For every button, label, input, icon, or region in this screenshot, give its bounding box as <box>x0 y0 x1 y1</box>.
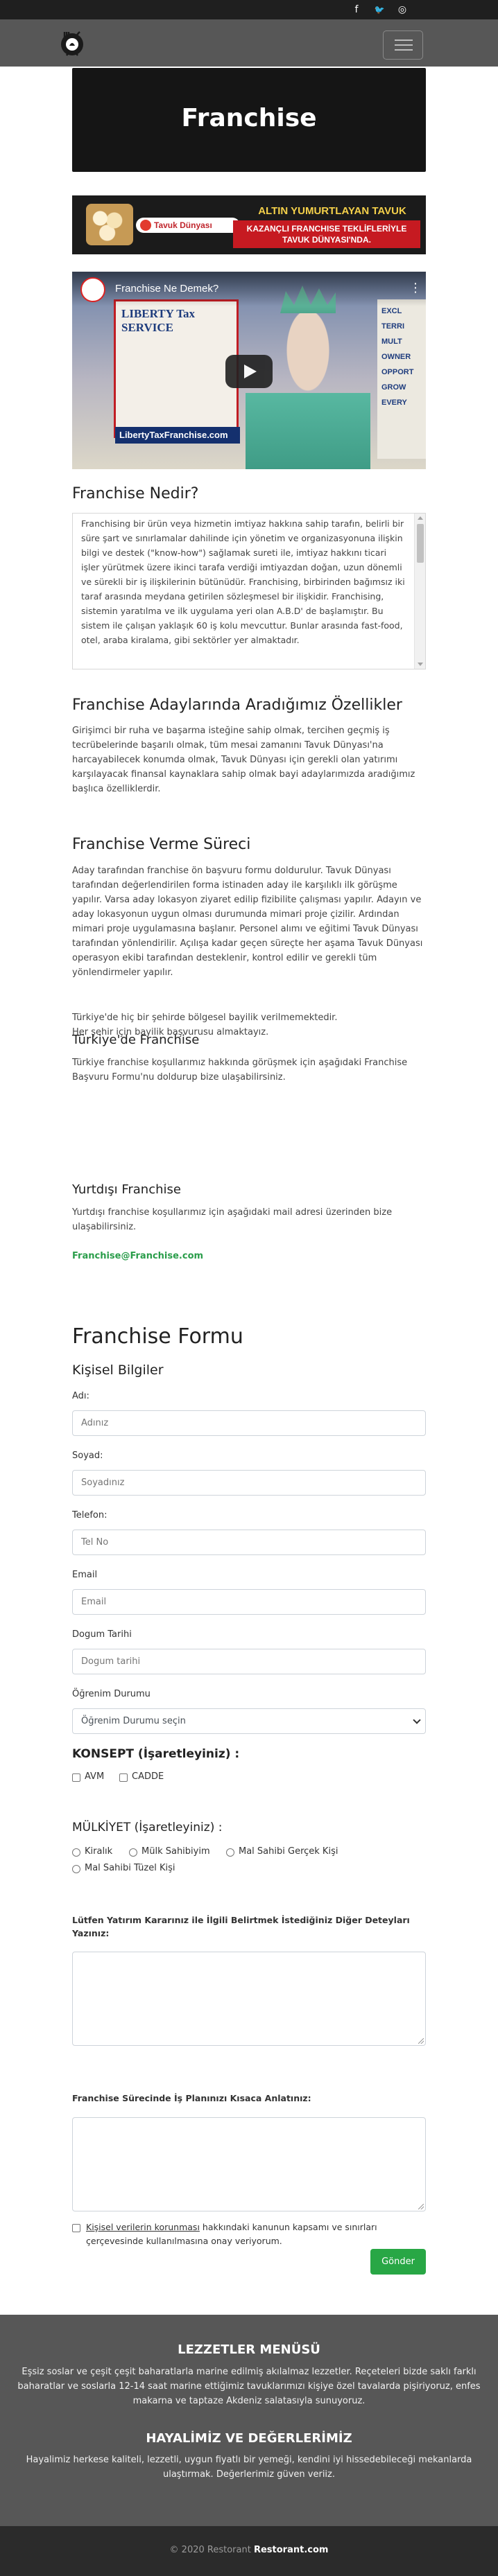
invest-details-label: Lütfen Yatırım Kararınız ile İlgili Beli… <box>72 1915 410 1938</box>
phone-label: Telefon: <box>72 1510 108 1521</box>
consent-checkbox[interactable] <box>72 2224 80 2232</box>
twitter-icon[interactable]: 🐦 <box>372 3 386 17</box>
ownership-rent-radio[interactable] <box>72 1848 80 1857</box>
concept-avm-checkbox[interactable] <box>72 1773 80 1782</box>
scroll-down-arrow-icon[interactable] <box>418 663 423 666</box>
business-plan-textarea[interactable] <box>72 2117 426 2211</box>
site-link[interactable]: Restorant.com <box>254 2545 329 2555</box>
scroll-up-arrow-icon[interactable] <box>418 516 423 520</box>
values-section-title: HAYALİMİZ VE DEĞERLERİMİZ <box>146 2431 352 2446</box>
video-player[interactable]: LIBERTY Tax SERVICE LibertyTaxFranchise.… <box>72 272 426 469</box>
education-selected-value: Öğrenim Durumu seçin <box>81 1716 186 1726</box>
menu-section-title: LEZZETLER MENÜSÜ <box>178 2342 320 2357</box>
definition-text: Franchising bir ürün veya hizmetin imtiy… <box>81 518 405 645</box>
invest-details-textarea[interactable] <box>72 1952 426 2046</box>
ownership-owner-radio[interactable] <box>129 1848 137 1857</box>
chevron-down-icon <box>413 1716 421 1724</box>
turkey-text: Türkiye franchise koşullarımız hakkında … <box>72 1058 408 1083</box>
video-title[interactable]: Franchise Ne Demek? <box>115 283 218 295</box>
process-note-1: Türkiye'de hiç bir şehirde bölgesel bayi… <box>72 1013 338 1023</box>
banner-headline: ALTIN YUMURTLAYAN TAVUK <box>258 205 406 217</box>
concept-cadde-label[interactable]: CADDE <box>132 1771 164 1782</box>
submit-button[interactable]: Gönder <box>370 2249 426 2275</box>
poster-sign: LIBERTY Tax SERVICE <box>114 299 239 438</box>
menu-bar <box>395 44 413 46</box>
concept-title: KONSEPT (İşaretleyiniz) : <box>72 1747 240 1761</box>
scrollbar[interactable] <box>414 514 425 669</box>
channel-avatar[interactable] <box>80 277 105 302</box>
concept-cadde-checkbox[interactable] <box>119 1773 128 1782</box>
section-title-features: Franchise Adaylarında Aradığımız Özellik… <box>72 696 402 714</box>
top-social-bar: f 🐦 ◎ <box>0 0 498 19</box>
scroll-thumb[interactable] <box>417 524 424 563</box>
definition-scrollbox[interactable]: Franchising bir ürün veya hizmetin imtiy… <box>72 513 426 669</box>
footer-info: LEZZETLER MENÜSÜ Eşsiz soslar ve çeşit ç… <box>0 2315 498 2526</box>
menu-bar <box>395 49 413 51</box>
poster-url: LibertyTaxFranchise.com <box>115 427 240 444</box>
abroad-text: Yurtdışı franchise koşullarımız için aşa… <box>72 1207 393 1232</box>
business-plan-label: Franchise Sürecinde İş Planınızı Kısaca … <box>72 2093 311 2103</box>
name-input[interactable] <box>72 1410 426 1436</box>
concept-avm-label[interactable]: AVM <box>85 1771 104 1782</box>
ownership-owner-label[interactable]: Mülk Sahibiyim <box>141 1846 210 1857</box>
birthdate-input[interactable] <box>72 1649 426 1674</box>
section-title-turkey: Türkiye'de Franchise <box>72 1033 200 1047</box>
banner-subline: KAZANÇLI FRANCHISE TEKLİFLERİYLE TAVUK D… <box>246 224 407 245</box>
side-sign-text: EXCL TERRI MULT OWNER OPPORT GROW EVERY <box>381 307 414 407</box>
values-section-text: Hayalimiz herkese kaliteli, lezzetli, uy… <box>26 2455 472 2480</box>
ownership-title: MÜLKİYET (İşaretleyiniz) : <box>72 1821 223 1834</box>
brand-logo-icon <box>140 220 151 231</box>
email-input[interactable] <box>72 1589 426 1615</box>
consent-text: Kişisel verilerin korunması hakkındaki k… <box>86 2220 412 2248</box>
banner-subline-box: KAZANÇLI FRANCHISE TEKLİFLERİYLE TAVUK D… <box>233 220 420 248</box>
ownership-real-person-radio[interactable] <box>226 1848 234 1857</box>
section-title-process: Franchise Verme Süreci <box>72 836 251 853</box>
instagram-icon[interactable]: ◎ <box>395 3 409 17</box>
hero-banner: Franchise <box>72 68 426 172</box>
menu-bar <box>395 40 413 41</box>
promo-banner[interactable]: Tavuk Dünyası ALTIN YUMURTLAYAN TAVUK KA… <box>72 195 426 254</box>
form-title: Franchise Formu <box>72 1324 243 1349</box>
facebook-icon[interactable]: f <box>350 3 363 17</box>
phone-input[interactable] <box>72 1530 426 1555</box>
ownership-rent-label[interactable]: Kiralık <box>85 1846 112 1857</box>
section-title-what: Franchise Nedir? <box>72 485 199 502</box>
name-label: Adı: <box>72 1391 89 1401</box>
section-title-abroad: Yurtdışı Franchise <box>72 1182 181 1197</box>
poster-text: LIBERTY Tax SERVICE <box>121 307 196 334</box>
franchise-email-link[interactable]: Franchise@Franchise.com <box>72 1251 203 1261</box>
surname-input[interactable] <box>72 1470 426 1496</box>
birthdate-label: Dogum Tarihi <box>72 1629 132 1640</box>
brand-badge: Tavuk Dünyası <box>136 218 240 233</box>
copyright-text: © 2020 Restorant Restorant.com <box>0 2545 498 2555</box>
ownership-real-person-label[interactable]: Mal Sahibi Gerçek Kişi <box>239 1846 338 1857</box>
copyright-prefix: © 2020 Restorant <box>169 2545 254 2555</box>
resize-handle-icon[interactable] <box>418 2038 424 2044</box>
page-title: Franchise <box>181 104 317 132</box>
surname-label: Soyad: <box>72 1451 103 1461</box>
features-text: Girişimci bir ruha ve başarma isteğine s… <box>72 726 415 794</box>
menu-toggle-button[interactable] <box>383 30 423 60</box>
footer-copyright-bar: © 2020 Restorant Restorant.com <box>0 2526 498 2576</box>
golden-eggs-image <box>86 204 133 245</box>
menu-section-text: Eşsiz soslar ve çeşit çeşit baharatlarla… <box>17 2367 481 2406</box>
email-label: Email <box>72 1570 98 1580</box>
more-vert-icon[interactable]: ⋮ <box>409 280 422 297</box>
side-sign: EXCL TERRI MULT OWNER OPPORT GROW EVERY <box>377 299 426 459</box>
form-subtitle: Kişisel Bilgiler <box>72 1363 164 1378</box>
resize-handle-icon[interactable] <box>418 2204 424 2209</box>
ownership-legal-entity-radio[interactable] <box>72 1865 80 1873</box>
education-label: Öğrenim Durumu <box>72 1689 151 1699</box>
education-select[interactable]: Öğrenim Durumu seçin <box>72 1708 426 1734</box>
privacy-law-link[interactable]: Kişisel verilerin korunması <box>86 2222 200 2232</box>
navbar <box>0 19 498 67</box>
restaurant-logo-icon[interactable] <box>55 26 89 60</box>
process-text: Aday tarafından franchise ön başvuru for… <box>72 866 423 978</box>
brand-name: Tavuk Dünyası <box>154 220 212 230</box>
ownership-legal-entity-label[interactable]: Mal Sahibi Tüzel Kişi <box>85 1863 175 1873</box>
play-icon <box>244 365 257 378</box>
play-button[interactable] <box>225 355 273 388</box>
